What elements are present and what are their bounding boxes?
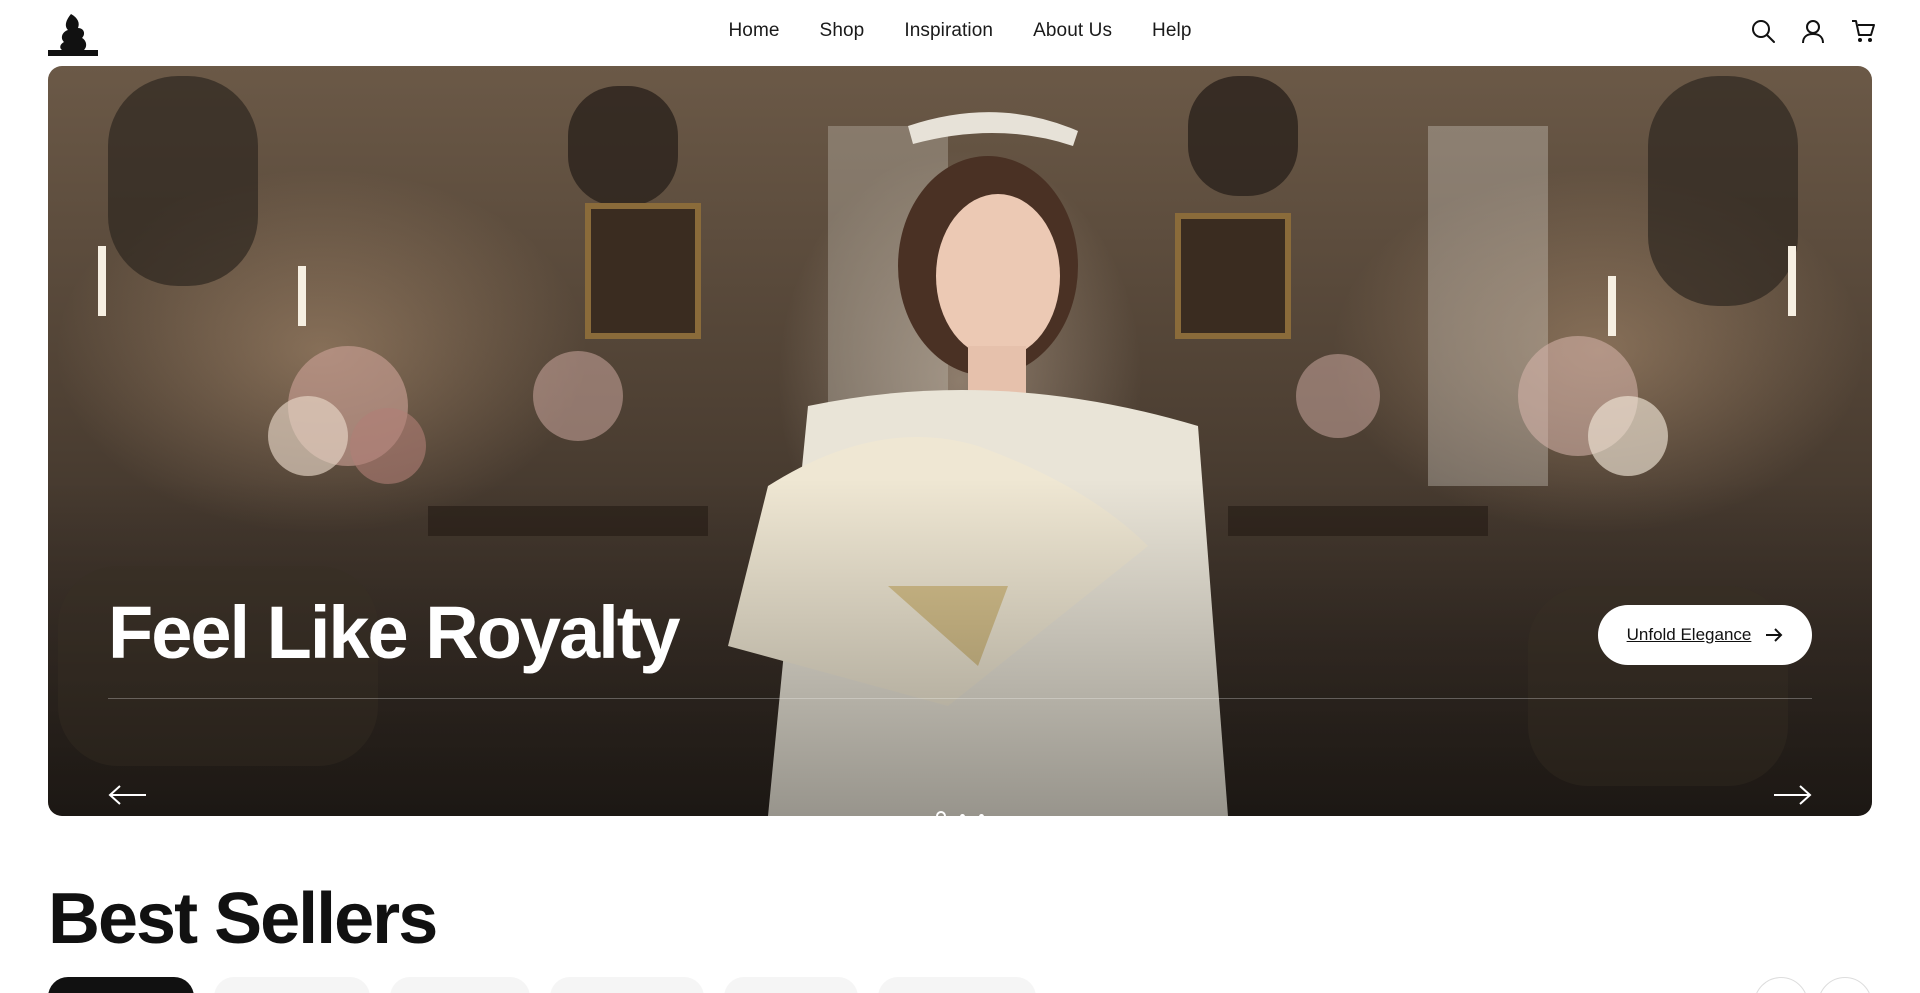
best-sellers-carousel-controls — [1754, 977, 1872, 993]
carousel-next-button[interactable] — [1818, 977, 1872, 993]
nav-about-us-link[interactable]: About Us — [1033, 20, 1112, 42]
best-sellers-title: Best Sellers — [48, 879, 438, 959]
account-icon[interactable] — [1800, 18, 1826, 44]
header-actions — [1750, 18, 1876, 44]
carousel-prev-button[interactable] — [1754, 977, 1808, 993]
cart-icon[interactable] — [1850, 18, 1876, 44]
previous-slide-arrow-icon[interactable] — [108, 783, 148, 807]
category-tab[interactable] — [724, 977, 858, 993]
cta-label: Unfold Elegance — [1626, 625, 1752, 644]
slide-dot-1[interactable] — [936, 811, 946, 816]
hero-divider — [108, 698, 1812, 699]
slide-dot-3[interactable] — [979, 813, 984, 816]
site-header: Home Shop Inspiration About Us Help — [0, 0, 1920, 66]
slide-pagination — [48, 811, 1872, 816]
slide-dot-2[interactable] — [960, 813, 965, 816]
category-tab[interactable] — [390, 977, 530, 993]
category-tab[interactable] — [214, 977, 370, 993]
best-sellers-tabs — [48, 977, 1036, 993]
main-navigation: Home Shop Inspiration About Us Help — [0, 20, 1920, 42]
nav-shop-link[interactable]: Shop — [820, 20, 865, 42]
category-tab[interactable] — [878, 977, 1036, 993]
unfold-elegance-button[interactable]: Unfold Elegance — [1598, 605, 1812, 665]
hero-banner: Feel Like Royalty Unfold Elegance — [48, 66, 1872, 816]
nav-help-link[interactable]: Help — [1152, 20, 1191, 42]
nav-inspiration-link[interactable]: Inspiration — [904, 20, 993, 42]
category-tab[interactable] — [550, 977, 704, 993]
hero-overlay — [48, 66, 1872, 816]
arrow-right-icon — [1766, 628, 1783, 642]
category-tab[interactable] — [48, 977, 194, 993]
nav-home-link[interactable]: Home — [728, 20, 779, 42]
search-icon[interactable] — [1750, 18, 1776, 44]
next-slide-arrow-icon[interactable] — [1772, 783, 1812, 807]
hero-title: Feel Like Royalty — [108, 591, 681, 674]
